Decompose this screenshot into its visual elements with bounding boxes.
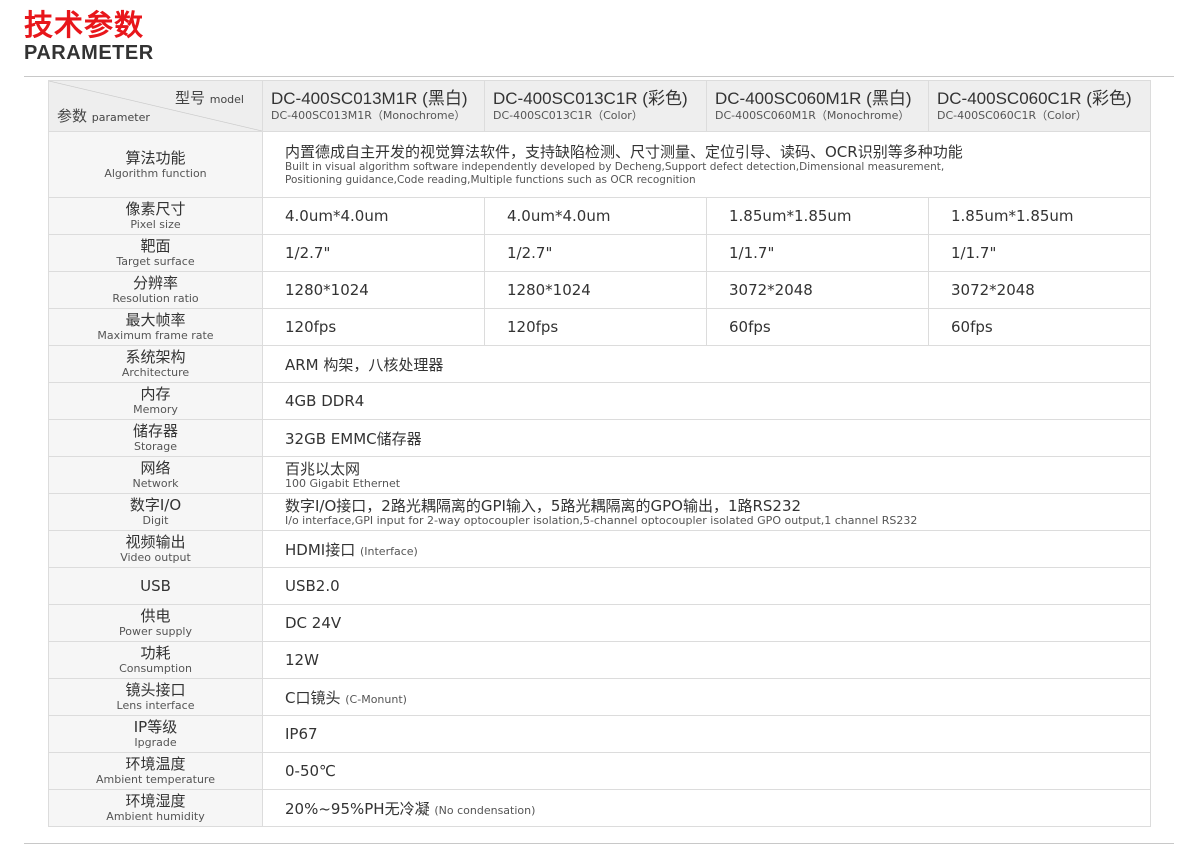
row-label: 环境温度 Ambient temperature xyxy=(48,752,263,790)
table-row: 像素尺寸 Pixel size 4.0um*4.0um 4.0um*4.0um 1… xyxy=(48,197,1151,235)
row-value: 4.0um*4.0um xyxy=(484,197,707,235)
row-label: 数字I/O Digit xyxy=(48,493,263,531)
table-row: 最大帧率 Maximum frame rate 120fps 120fps 60f… xyxy=(48,308,1151,346)
row-value: USB2.0 xyxy=(262,567,1151,605)
parameter-table: 型号 model 参数 parameter DC-400SC013M1R (黑白… xyxy=(48,80,1151,827)
row-value: 3072*2048 xyxy=(706,271,929,309)
row-label: 算法功能 Algorithm function xyxy=(48,131,263,198)
row-label: 镜头接口 Lens interface xyxy=(48,678,263,716)
row-label: IP等级 Ipgrade xyxy=(48,715,263,753)
row-value: 60fps xyxy=(928,308,1151,346)
table-header-row: 型号 model 参数 parameter DC-400SC013M1R (黑白… xyxy=(48,80,1151,132)
row-label: 分辨率 Resolution ratio xyxy=(48,271,263,309)
row-label: 像素尺寸 Pixel size xyxy=(48,197,263,235)
row-value: 百兆以太网 100 Gigabit Ethernet xyxy=(262,456,1151,494)
model-header: DC-400SC013C1R (彩色) DC-400SC013C1R（Color） xyxy=(484,80,707,132)
page-subtitle: PARAMETER xyxy=(24,42,154,64)
model-heading: 型号 model xyxy=(174,89,244,107)
model-header: DC-400SC060C1R (彩色) DC-400SC060C1R（Color） xyxy=(928,80,1151,132)
row-value: ARM 构架，八核处理器 xyxy=(262,345,1151,383)
table-row: 镜头接口 Lens interface C口镜头 (C-Monunt) xyxy=(48,678,1151,716)
row-value: 12W xyxy=(262,641,1151,679)
row-value: 1.85um*1.85um xyxy=(706,197,929,235)
table-row: 环境湿度 Ambient humidity 20%~95%PH无冷凝 (No co… xyxy=(48,789,1151,827)
table-row: 内存 Memory 4GB DDR4 xyxy=(48,382,1151,420)
top-divider xyxy=(24,76,1174,77)
row-value: 20%~95%PH无冷凝 (No condensation) xyxy=(262,789,1151,827)
row-label: 靶面 Target surface xyxy=(48,234,263,272)
table-row: USB USB2.0 xyxy=(48,567,1151,605)
row-value: 120fps xyxy=(484,308,707,346)
row-value: 4.0um*4.0um xyxy=(262,197,485,235)
row-value: 120fps xyxy=(262,308,485,346)
row-label: USB xyxy=(48,567,263,605)
parameter-heading: 参数 parameter xyxy=(57,107,150,125)
table-row: 网络 Network 百兆以太网 100 Gigabit Ethernet xyxy=(48,456,1151,494)
row-value: 内置德成自主开发的视觉算法软件，支持缺陷检测、尺寸测量、定位引导、读码、OCR识… xyxy=(262,131,1151,198)
row-label: 供电 Power supply xyxy=(48,604,263,642)
row-label: 环境湿度 Ambient humidity xyxy=(48,789,263,827)
table-row: 环境温度 Ambient temperature 0-50℃ xyxy=(48,752,1151,790)
table-row: IP等级 Ipgrade IP67 xyxy=(48,715,1151,753)
row-value: 1280*1024 xyxy=(484,271,707,309)
table-row: 功耗 Consumption 12W xyxy=(48,641,1151,679)
row-value: 60fps xyxy=(706,308,929,346)
row-label: 内存 Memory xyxy=(48,382,263,420)
row-label: 网络 Network xyxy=(48,456,263,494)
row-label: 视频输出 Video output xyxy=(48,530,263,568)
row-value: C口镜头 (C-Monunt) xyxy=(262,678,1151,716)
row-value: DC 24V xyxy=(262,604,1151,642)
page-title: 技术参数 xyxy=(24,8,145,42)
row-value: 1/1.7" xyxy=(928,234,1151,272)
row-value: 1280*1024 xyxy=(262,271,485,309)
row-value: 0-50℃ xyxy=(262,752,1151,790)
corner-cell: 型号 model 参数 parameter xyxy=(48,80,263,132)
row-value: 1/2.7" xyxy=(484,234,707,272)
row-label: 最大帧率 Maximum frame rate xyxy=(48,308,263,346)
row-value: 3072*2048 xyxy=(928,271,1151,309)
table-row: 靶面 Target surface 1/2.7" 1/2.7" 1/1.7" 1/… xyxy=(48,234,1151,272)
table-row: 数字I/O Digit 数字I/O接口，2路光耦隔离的GPI输入，5路光耦隔离的G… xyxy=(48,493,1151,531)
table-row: 储存器 Storage 32GB EMMC储存器 xyxy=(48,419,1151,457)
bottom-divider xyxy=(24,843,1174,844)
row-label: 储存器 Storage xyxy=(48,419,263,457)
row-label: 系统架构 Architecture xyxy=(48,345,263,383)
row-value: IP67 xyxy=(262,715,1151,753)
row-value: 数字I/O接口，2路光耦隔离的GPI输入，5路光耦隔离的GPO输出，1路RS23… xyxy=(262,493,1151,531)
row-value: HDMI接口 (Interface) xyxy=(262,530,1151,568)
row-value: 4GB DDR4 xyxy=(262,382,1151,420)
model-header: DC-400SC060M1R (黑白) DC-400SC060M1R（Monoch… xyxy=(706,80,929,132)
row-value: 1.85um*1.85um xyxy=(928,197,1151,235)
table-row: 分辨率 Resolution ratio 1280*1024 1280*1024 … xyxy=(48,271,1151,309)
row-value: 32GB EMMC储存器 xyxy=(262,419,1151,457)
table-row: 供电 Power supply DC 24V xyxy=(48,604,1151,642)
table-row: 算法功能 Algorithm function 内置德成自主开发的视觉算法软件，支… xyxy=(48,131,1151,198)
row-value: 1/1.7" xyxy=(706,234,929,272)
row-label: 功耗 Consumption xyxy=(48,641,263,679)
page-heading: 技术参数 PARAMETER xyxy=(24,8,154,64)
row-value: 1/2.7" xyxy=(262,234,485,272)
table-row: 系统架构 Architecture ARM 构架，八核处理器 xyxy=(48,345,1151,383)
model-header: DC-400SC013M1R (黑白) DC-400SC013M1R（Monoch… xyxy=(262,80,485,132)
table-row: 视频输出 Video output HDMI接口 (Interface) xyxy=(48,530,1151,568)
